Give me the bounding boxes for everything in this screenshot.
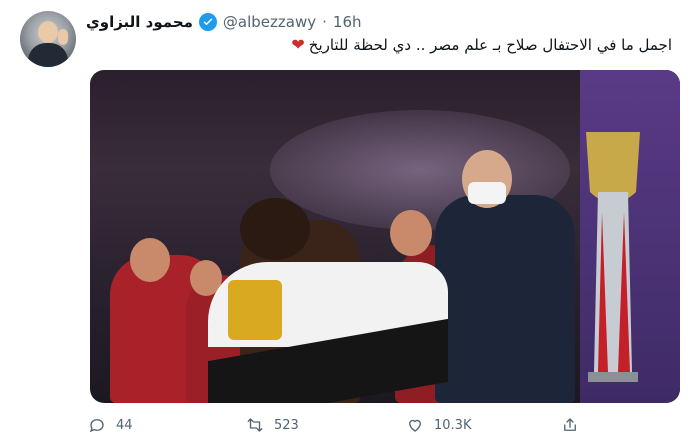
reply-button[interactable]: 44 (88, 416, 133, 434)
official-in-suit-shape (435, 195, 575, 403)
avatar[interactable] (20, 11, 76, 67)
tweet-actions: 44 523 10.3K (86, 414, 596, 436)
like-button[interactable]: 10.3K (406, 416, 471, 434)
avatar-hand-shape (58, 29, 68, 45)
display-name[interactable]: محمود البزاوي (86, 13, 193, 31)
verified-badge-icon (198, 13, 217, 31)
share-button[interactable] (561, 416, 579, 434)
reply-count: 44 (116, 417, 133, 433)
retweet-count: 523 (274, 417, 299, 433)
player-center-face (390, 210, 432, 256)
reply-icon (89, 419, 104, 433)
timestamp[interactable]: 16h (333, 13, 362, 31)
tweet[interactable]: محمود البزاوي @albezzawy · 16h اجمل ما ف… (0, 0, 700, 436)
egypt-flag (208, 262, 448, 403)
separator-dot: · (322, 13, 327, 31)
tweet-text: اجمل ما في الاحتفال صلاح بـ علم مصر .. د… (112, 35, 672, 54)
retweet-button[interactable]: 523 (246, 416, 299, 434)
face-mask (468, 182, 506, 204)
tweet-media-image[interactable] (90, 70, 680, 403)
retweet-icon (247, 418, 263, 432)
share-icon (564, 418, 576, 431)
heart-emoji-icon: ❤ (291, 35, 305, 54)
user-handle[interactable]: @albezzawy (223, 13, 316, 31)
like-count: 10.3K (434, 417, 472, 433)
tweet-header: محمود البزاوي @albezzawy · 16h (86, 11, 362, 33)
avatar-head-shape (38, 21, 58, 43)
trophy-icon (586, 132, 640, 382)
like-icon (409, 419, 421, 432)
avatar-body-shape (28, 43, 68, 67)
eagle-emblem-icon (228, 280, 282, 340)
tweet-text-content: اجمل ما في الاحتفال صلاح بـ علم مصر .. د… (308, 35, 672, 54)
player-left-face (130, 238, 170, 282)
flag-holder-hair (240, 198, 310, 260)
